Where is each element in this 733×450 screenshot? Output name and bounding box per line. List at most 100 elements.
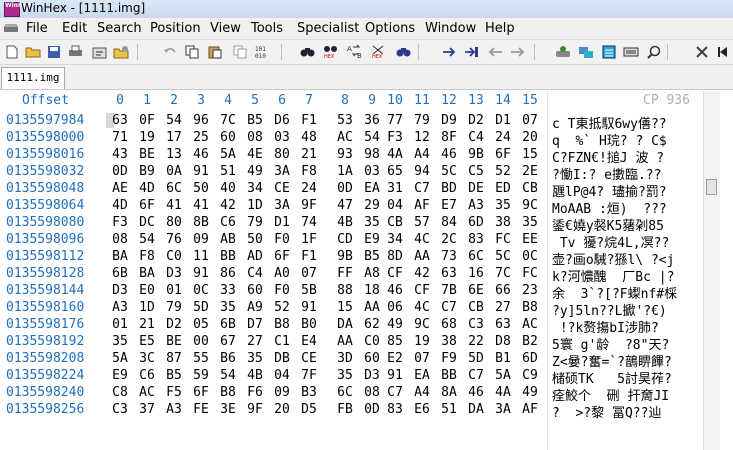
hex-byte[interactable]: 0F [135,113,159,128]
hex-byte[interactable]: EE [518,232,542,247]
hex-byte[interactable]: 25 [189,130,213,145]
hex-byte[interactable]: 04 [270,368,294,383]
hex-byte[interactable]: 79 [410,113,434,128]
hex-byte[interactable]: 8D [383,249,407,264]
table-row[interactable]: 0135598032 0D B9 0A 91 51 49 3A F8 1A 03 65 94 5C C5 52… [0,164,733,183]
hex-byte[interactable]: CB [383,215,407,230]
find-text-icon[interactable] [298,43,316,60]
hex-byte[interactable]: 52 [270,300,294,315]
hex-byte[interactable]: 93 [333,147,357,162]
copy-icon[interactable] [183,43,201,60]
hex-byte[interactable]: A4 [410,147,434,162]
hex-byte[interactable]: B3 [297,385,321,400]
hex-byte[interactable]: 8F [437,130,461,145]
hex-byte[interactable]: 18 [360,283,384,298]
hex-byte[interactable]: BE [162,334,186,349]
hex-byte[interactable]: 07 [518,113,542,128]
hex-byte[interactable]: 54 [360,130,384,145]
hex-byte[interactable]: F9 [437,351,461,366]
hex-byte[interactable]: 7C [216,113,240,128]
hex-byte[interactable]: 1A [333,164,357,179]
undo-icon[interactable] [161,43,179,60]
menu-view[interactable]: View [210,21,241,36]
hex-byte[interactable]: C6 [135,368,159,383]
hex-byte[interactable]: F1 [297,249,321,264]
hex-byte[interactable]: 6C [333,385,357,400]
hex-byte[interactable]: 5C [437,164,461,179]
hex-byte[interactable]: 03 [270,130,294,145]
hex-byte[interactable]: D9 [437,113,461,128]
row-offset[interactable]: 0135598096 [6,232,84,247]
hex-byte[interactable]: FE [189,402,213,417]
hex-byte[interactable]: 67 [216,334,240,349]
calculator-icon[interactable] [600,43,618,60]
hex-byte[interactable]: 68 [437,317,461,332]
hex-byte[interactable]: 60 [360,351,384,366]
hex-byte[interactable]: 35 [108,334,132,349]
hex-byte[interactable]: 01 [108,317,132,332]
hex-byte[interactable]: 0A [162,164,186,179]
hex-byte[interactable]: B9 [135,164,159,179]
hex-byte[interactable]: B5 [162,368,186,383]
properties-icon[interactable] [90,43,108,60]
hex-byte[interactable]: 51 [437,402,461,417]
hex-byte[interactable]: F5 [162,385,186,400]
hex-byte[interactable]: 0D [333,181,357,196]
hex-byte[interactable]: C5 [464,164,488,179]
open-folder-icon[interactable] [24,43,42,60]
hex-byte[interactable]: 50 [189,181,213,196]
hex-byte[interactable]: D3 [360,368,384,383]
hex-byte[interactable]: F3 [383,130,407,145]
hex-byte[interactable]: 34 [383,232,407,247]
table-row[interactable]: 0135598256 C3 37 A3 FE 3E 9F 20 D5 FB 0D 83 E6 51 DA 3A… [0,402,733,421]
print-icon[interactable] [66,43,84,60]
hex-byte[interactable]: BB [437,368,461,383]
hex-byte[interactable]: 4D [135,181,159,196]
hex-byte[interactable]: 6B [216,317,240,332]
hex-byte[interactable]: B5 [360,249,384,264]
hex-byte[interactable]: 13 [162,147,186,162]
hex-byte[interactable]: 49 [383,317,407,332]
hex-byte[interactable]: 57 [410,215,434,230]
hex-byte[interactable]: 35 [333,368,357,383]
hex-byte[interactable]: 7C [491,266,515,281]
hex-byte[interactable]: 79 [243,215,267,230]
hex-byte[interactable]: 6B [108,266,132,281]
hex-byte[interactable]: C4 [243,266,267,281]
hex-byte[interactable]: 43 [108,147,132,162]
hex-byte[interactable]: 5D [189,300,213,315]
hex-byte[interactable]: 6D [518,351,542,366]
hex-byte[interactable]: 88 [333,283,357,298]
hex-byte[interactable]: 08 [108,232,132,247]
hex-byte[interactable]: 63 [108,113,132,128]
hex-byte[interactable]: 9B [333,249,357,264]
table-row[interactable]: 0135598064 4D 6F 41 41 42 1D 3A 9F 47 29 04 AF E7 A3 35… [0,198,733,217]
hex-byte[interactable]: A4 [410,385,434,400]
hex-byte[interactable]: 35 [491,198,515,213]
hex-byte[interactable]: CF [383,266,407,281]
find-hex-icon[interactable]: HEX [322,43,340,60]
hex-byte[interactable]: 6E [464,283,488,298]
hex-byte[interactable]: BA [108,249,132,264]
hex-byte[interactable]: 17 [162,130,186,145]
menu-edit[interactable]: Edit [62,21,87,36]
hex-byte[interactable]: 12 [410,130,434,145]
hex-byte[interactable]: 84 [437,215,461,230]
hex-byte[interactable]: 7F [297,368,321,383]
hex-byte[interactable]: 3C [135,351,159,366]
hex-byte[interactable]: 1F [297,232,321,247]
hex-byte[interactable]: 24 [297,181,321,196]
hex-byte[interactable]: 9B [464,147,488,162]
hex-byte[interactable]: 6F [189,385,213,400]
menu-window[interactable]: Window [425,21,476,36]
hex-byte[interactable]: D3 [162,266,186,281]
hex-byte[interactable]: D8 [491,334,515,349]
hex-byte[interactable]: D1 [270,215,294,230]
table-row[interactable]: 0135598240 C8 AC F5 6F B8 F6 09 B3 6C 08 C7 A4 8A 46 4A… [0,385,733,404]
hex-byte[interactable]: A9 [243,300,267,315]
hex-byte[interactable]: AD [243,249,267,264]
hex-byte[interactable]: 1D [243,198,267,213]
hex-byte[interactable]: AB [216,232,240,247]
hex-byte[interactable]: F0 [270,283,294,298]
hex-byte[interactable]: 8A [437,385,461,400]
